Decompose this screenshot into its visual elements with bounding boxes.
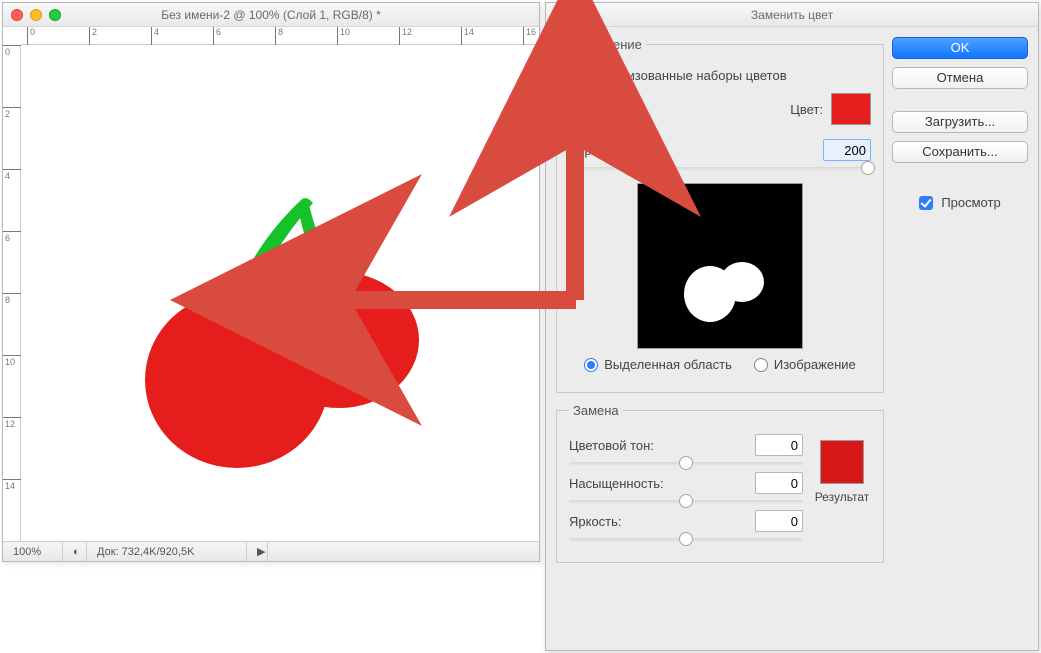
ruler-tick: 2 — [89, 27, 97, 45]
zoom-display[interactable]: 100% — [3, 542, 63, 562]
radio-selection-label: Выделенная область — [604, 357, 732, 372]
fuzziness-input[interactable] — [823, 139, 871, 161]
document-title: Без имени-2 @ 100% (Слой 1, RGB/8) * — [11, 8, 531, 22]
selection-group: Выделение Локализованные наборы цветов — [556, 37, 884, 393]
docsize-display: Док: 732,4K/920,5K — [87, 542, 247, 562]
lightness-input[interactable] — [755, 510, 803, 532]
ruler-vertical: 0 2 4 6 8 10 12 14 16 — [3, 45, 21, 541]
eyedropper-tool[interactable] — [569, 99, 595, 125]
ruler-tick: 6 — [3, 231, 21, 243]
canvas[interactable] — [21, 45, 539, 541]
preview-label: Просмотр — [941, 195, 1000, 210]
titlebar: Без имени-2 @ 100% (Слой 1, RGB/8) * — [3, 3, 539, 27]
ruler-tick: 12 — [3, 417, 21, 429]
ruler-tick: 12 — [399, 27, 412, 45]
lightness-label: Яркость: — [569, 514, 689, 529]
saturation-slider[interactable] — [569, 500, 803, 504]
localized-clusters-checkbox[interactable] — [569, 69, 583, 83]
radio-selection[interactable] — [584, 358, 598, 372]
ruler-tick: 10 — [3, 355, 21, 367]
radio-image-label: Изображение — [774, 357, 856, 372]
lightness-slider[interactable] — [569, 538, 803, 542]
ruler-tick: 16 — [523, 27, 536, 45]
fuzziness-label: брос: — [569, 143, 609, 158]
ruler-tick: 10 — [337, 27, 350, 45]
color-label: Цвет: — [790, 102, 823, 117]
ruler-tick: 14 — [461, 27, 474, 45]
color-swatch[interactable] — [831, 93, 871, 125]
result-label: Результат — [811, 490, 873, 504]
ruler-tick: 4 — [3, 169, 21, 181]
eyedropper-add-tool[interactable] — [597, 99, 623, 125]
ruler-tick: 14 — [3, 479, 21, 491]
ruler-tick: 0 — [27, 27, 35, 45]
result-swatch[interactable] — [820, 440, 864, 484]
status-bar: 100% ◐ Док: 732,4K/920,5K ▶ — [3, 541, 539, 561]
ruler-tick: 0 — [3, 45, 21, 57]
ruler-tick: 8 — [3, 293, 21, 305]
window-controls — [11, 9, 61, 21]
eyedropper-subtract-tool[interactable] — [625, 99, 651, 125]
ok-button[interactable]: OK — [892, 37, 1028, 59]
ruler-tick: 4 — [151, 27, 159, 45]
close-icon[interactable] — [11, 9, 23, 21]
selection-preview[interactable] — [637, 183, 803, 349]
cherry-artwork — [21, 45, 539, 541]
document-window: Без имени-2 @ 100% (Слой 1, RGB/8) * 0 2… — [2, 2, 540, 562]
save-button[interactable]: Сохранить... — [892, 141, 1028, 163]
replace-color-dialog: Заменить цвет Выделение Локализованные н… — [545, 2, 1039, 651]
status-menu-arrow-icon[interactable]: ▶ — [247, 542, 268, 562]
selection-legend: Выделение — [569, 37, 646, 52]
minimize-icon[interactable] — [30, 9, 42, 21]
preview-checkbox[interactable] — [919, 196, 933, 210]
status-icon[interactable]: ◐ — [63, 542, 87, 562]
saturation-input[interactable] — [755, 472, 803, 494]
hue-slider[interactable] — [569, 462, 803, 466]
radio-image[interactable] — [754, 358, 768, 372]
ruler-tick: 6 — [213, 27, 221, 45]
replacement-legend: Замена — [569, 403, 623, 418]
hue-input[interactable] — [755, 434, 803, 456]
fuzziness-slider[interactable] — [569, 167, 871, 171]
cancel-button[interactable]: Отмена — [892, 67, 1028, 89]
dialog-title: Заменить цвет — [554, 8, 1030, 22]
ruler-tick: 8 — [275, 27, 283, 45]
ruler-horizontal: 0 2 4 6 8 10 12 14 16 — [21, 27, 539, 45]
saturation-label: Насыщенность: — [569, 476, 689, 491]
zoom-icon[interactable] — [49, 9, 61, 21]
dialog-titlebar: Заменить цвет — [546, 3, 1038, 27]
replacement-group: Замена Цветовой тон: Насыщенность: Яркос… — [556, 403, 884, 563]
load-button[interactable]: Загрузить... — [892, 111, 1028, 133]
localized-clusters-label: Локализованные наборы цветов — [591, 68, 787, 83]
hue-label: Цветовой тон: — [569, 438, 689, 453]
ruler-tick: 2 — [3, 107, 21, 119]
